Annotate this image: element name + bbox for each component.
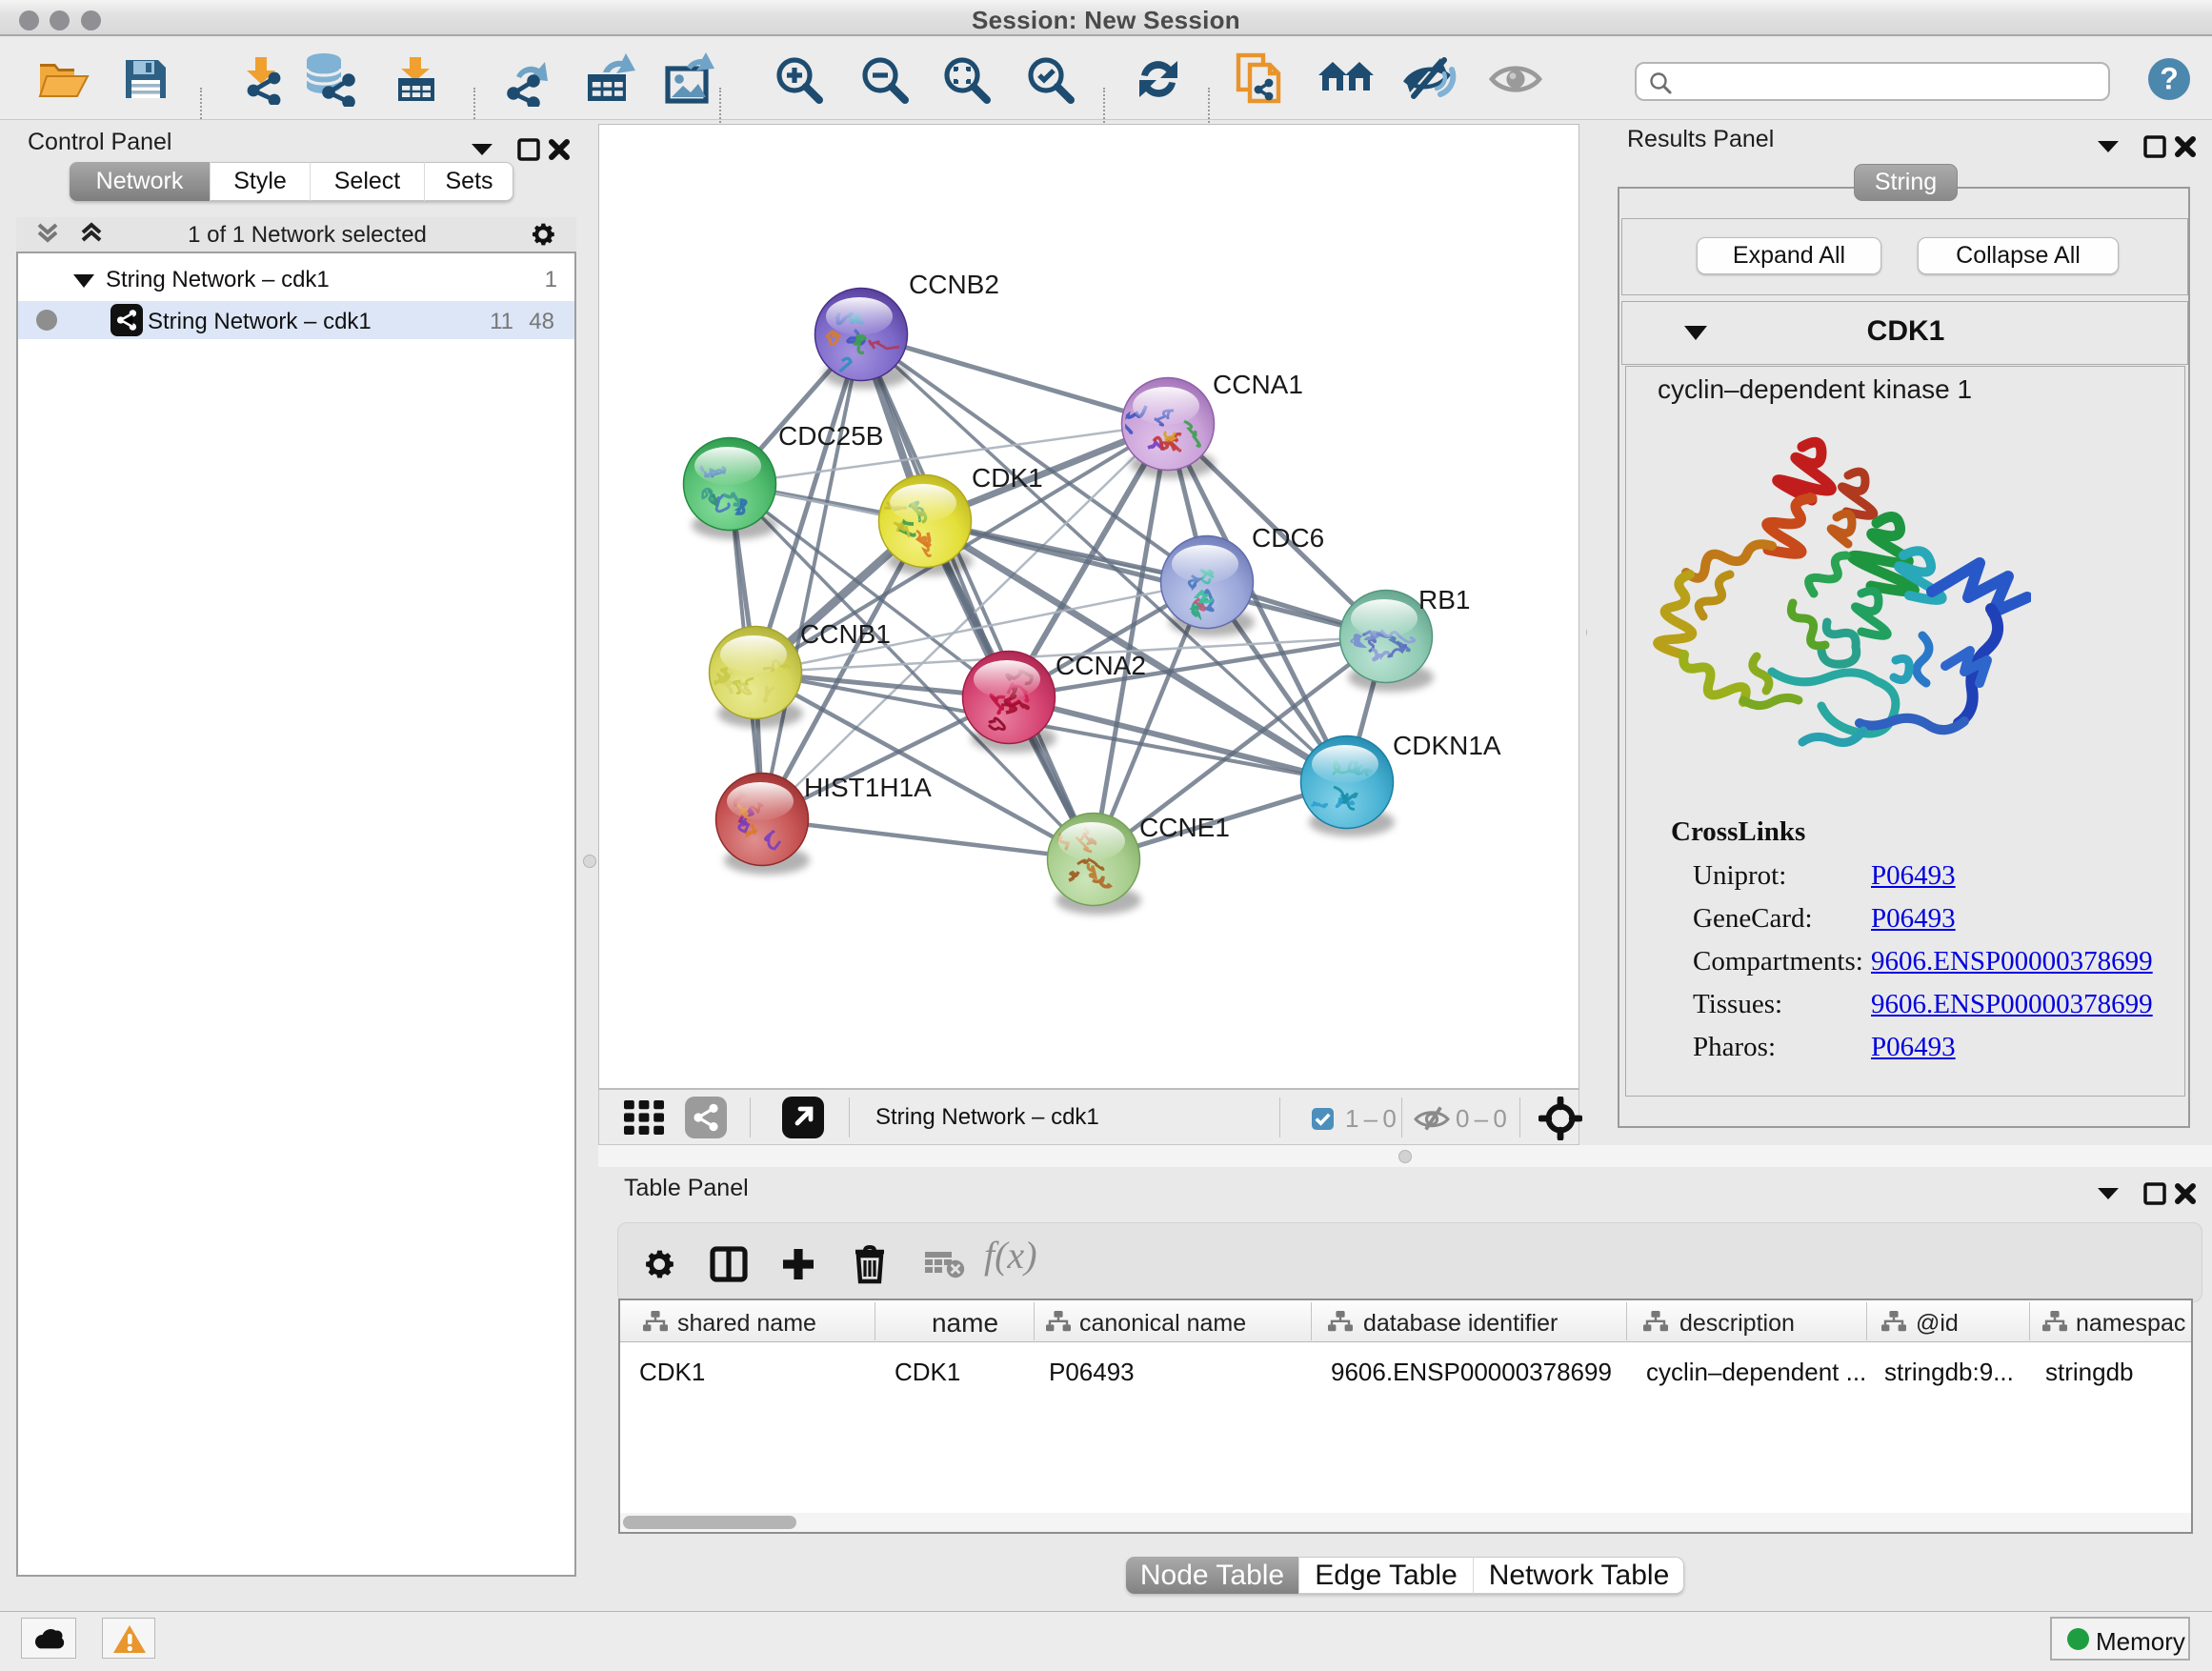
svg-text:HIST1H1A: HIST1H1A xyxy=(804,773,932,802)
svg-text:RB1: RB1 xyxy=(1418,585,1470,614)
svg-text:CDK1: CDK1 xyxy=(972,463,1043,493)
svg-text:CDC6: CDC6 xyxy=(1252,523,1324,553)
svg-text:CCNA2: CCNA2 xyxy=(1056,651,1146,680)
svg-text:CDKN1A: CDKN1A xyxy=(1393,731,1501,760)
svg-text:CCNB1: CCNB1 xyxy=(800,619,891,649)
svg-text:CDC25B: CDC25B xyxy=(778,421,883,451)
svg-text:CCNA1: CCNA1 xyxy=(1213,370,1303,399)
svg-text:CCNE1: CCNE1 xyxy=(1139,813,1230,842)
svg-text:?: ? xyxy=(2160,62,2179,96)
svg-text:CCNB2: CCNB2 xyxy=(909,270,999,299)
